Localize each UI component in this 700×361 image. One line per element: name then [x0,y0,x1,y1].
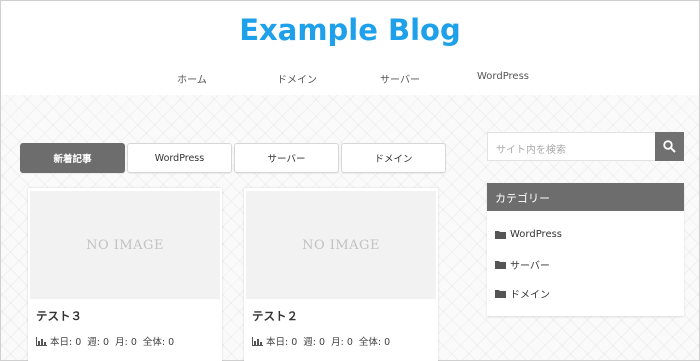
site-header: Example Blog ホーム ドメイン サーバー WordPress [1,1,699,95]
folder-icon [495,261,506,269]
post-title[interactable]: テスト３ [36,308,82,324]
post-stats: 本日: 0 週: 0 月: 0 全体: 0 [252,334,390,348]
nav-item-domain[interactable]: ドメイン [277,71,317,86]
post-card[interactable]: NO IMAGE テスト３ 本日: 0 週: 0 月: 0 全体: 0 [28,188,222,361]
nav-item-home[interactable]: ホーム [177,71,207,86]
category-label: サーバー [510,261,550,272]
bar-chart-icon [252,336,263,346]
folder-icon [495,290,506,298]
post-stats: 本日: 0 週: 0 月: 0 全体: 0 [36,334,174,348]
nav-item-server[interactable]: サーバー [380,71,420,86]
post-title[interactable]: テスト２ [252,308,298,324]
tab-domain[interactable]: ドメイン [341,143,446,173]
categories-widget: カテゴリー WordPress サーバー ドメイン [487,183,684,316]
widget-title: カテゴリー [487,183,684,211]
category-item-domain[interactable]: ドメイン [495,286,550,301]
search-button[interactable] [655,132,684,161]
tab-server[interactable]: サーバー [234,143,339,173]
search-input[interactable]: サイト内を検索 [487,132,655,161]
category-label: WordPress [510,229,563,240]
tab-wordpress[interactable]: WordPress [127,143,232,173]
nav-item-wordpress[interactable]: WordPress [477,71,529,82]
post-stats-text: 本日: 0 週: 0 月: 0 全体: 0 [50,337,175,348]
post-stats-text: 本日: 0 週: 0 月: 0 全体: 0 [266,337,391,348]
folder-icon [495,231,506,239]
bar-chart-icon [36,336,47,346]
category-label: ドメイン [510,290,550,301]
post-thumbnail[interactable]: NO IMAGE [246,191,436,299]
site-title[interactable]: Example Blog [1,13,699,47]
category-item-server[interactable]: サーバー [495,257,550,272]
main-nav: ホーム ドメイン サーバー WordPress [1,71,699,87]
tab-new-posts[interactable]: 新着記事 [20,143,125,173]
search-icon [663,140,676,153]
post-card[interactable]: NO IMAGE テスト２ 本日: 0 週: 0 月: 0 全体: 0 [244,188,438,361]
category-item-wordpress[interactable]: WordPress [495,229,562,240]
post-thumbnail[interactable]: NO IMAGE [30,191,220,299]
